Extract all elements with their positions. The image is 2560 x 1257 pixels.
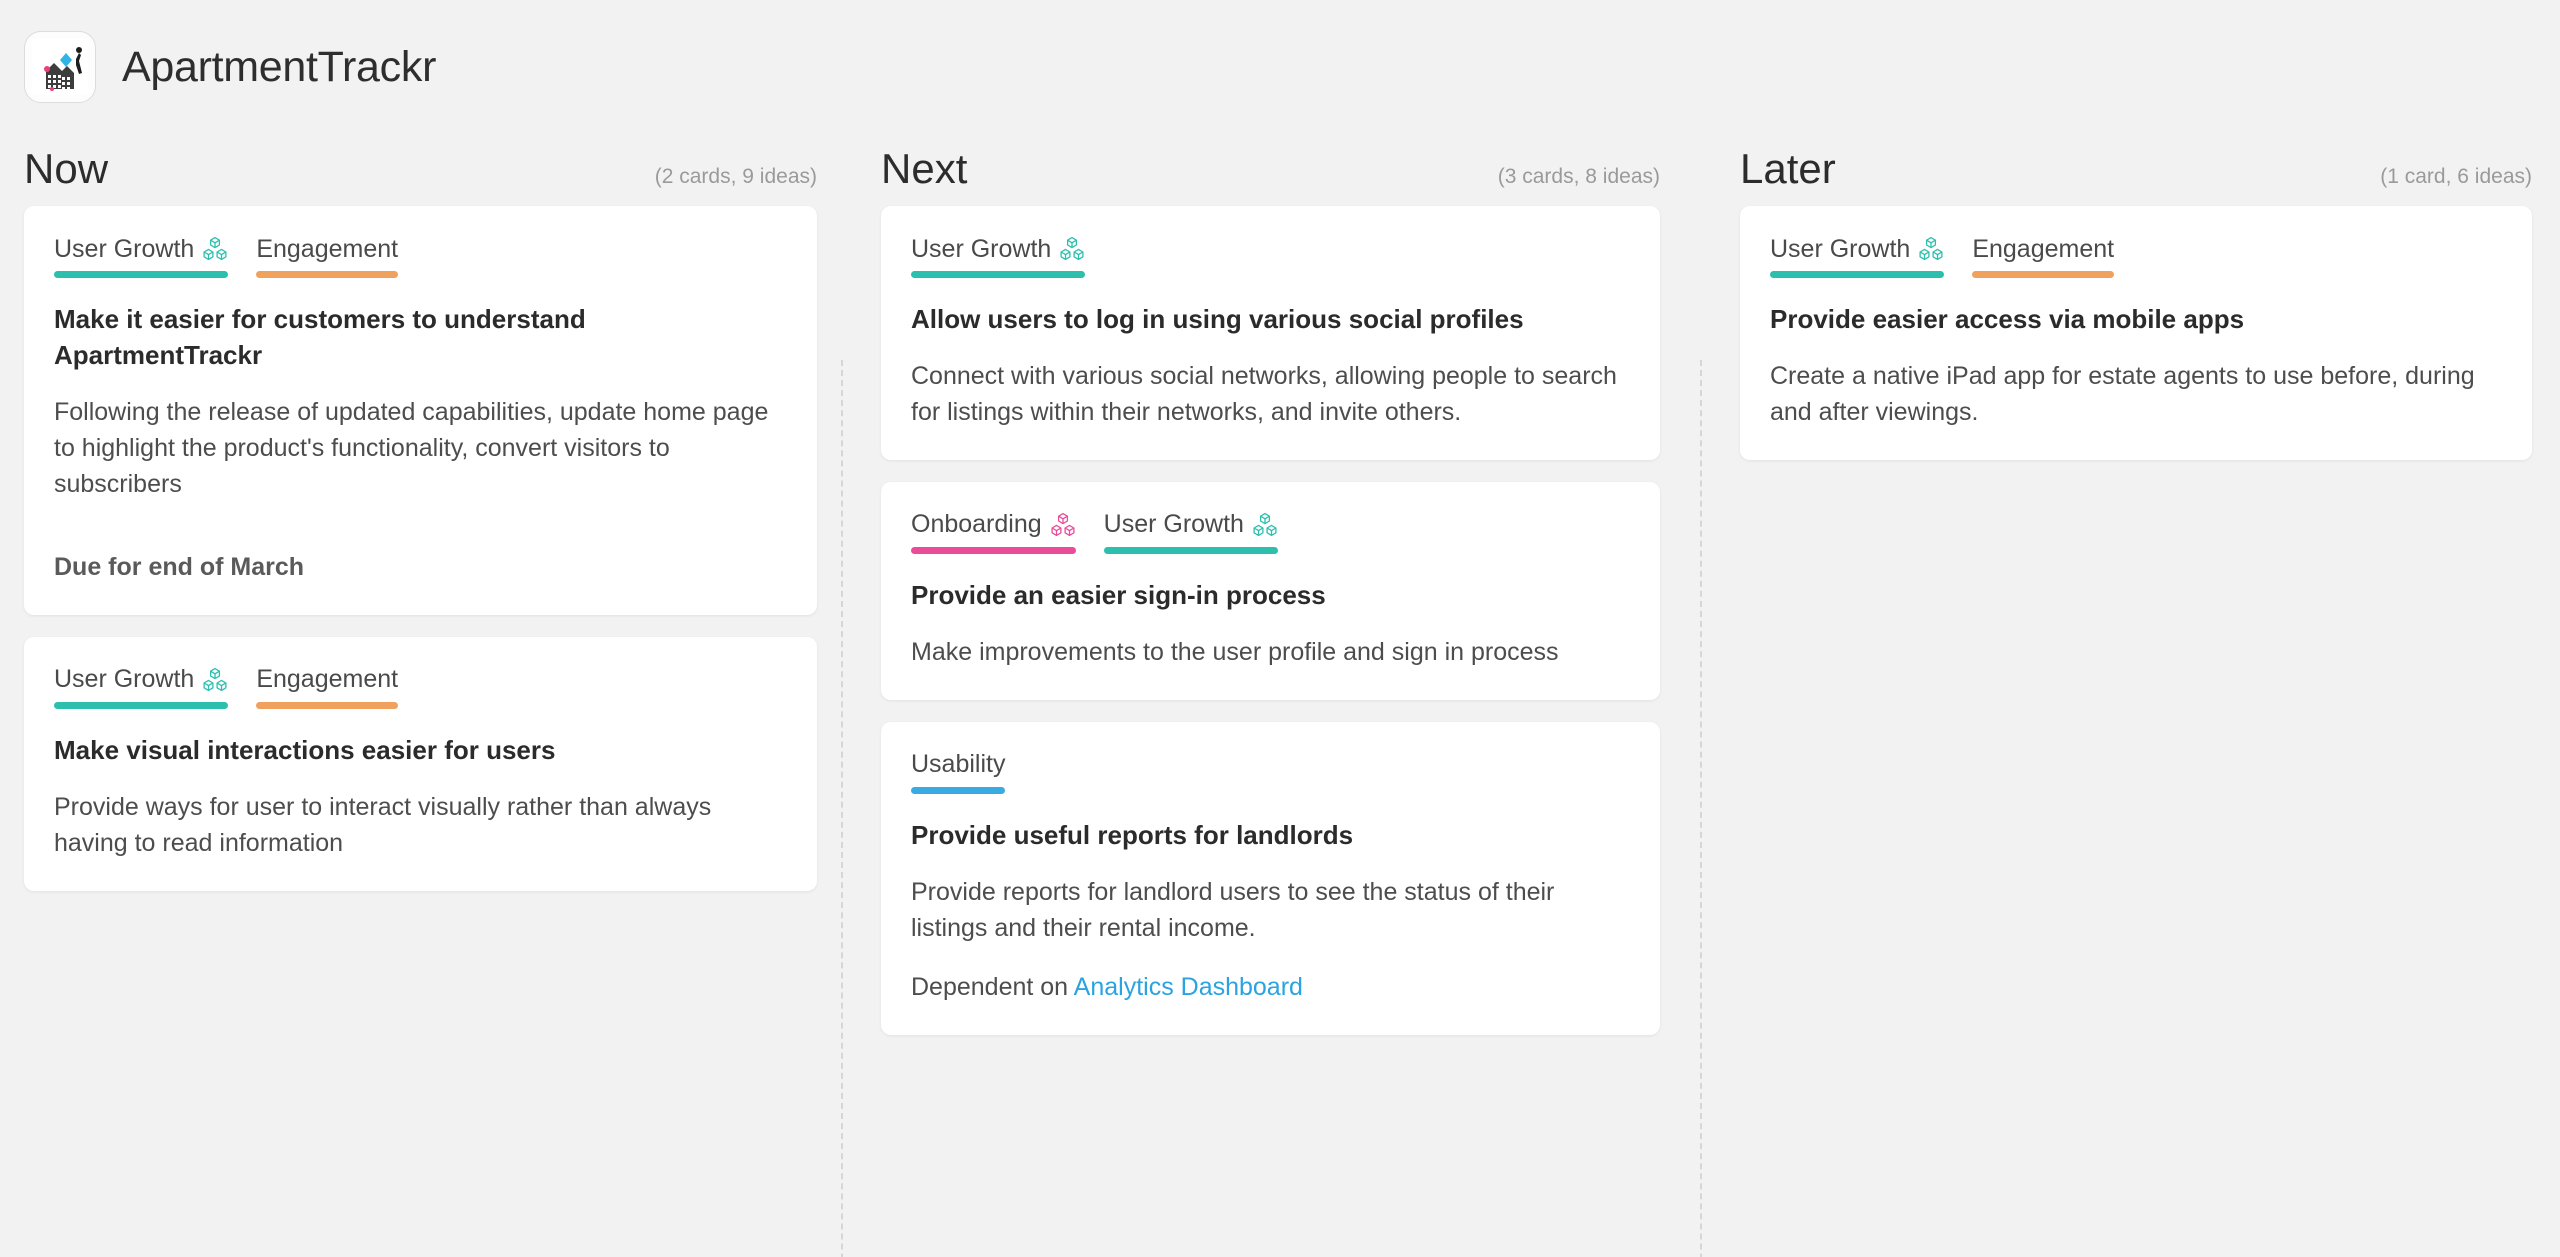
tag-label: User Growth <box>911 234 1052 263</box>
card-title: Make it easier for customers to understa… <box>54 304 586 370</box>
tag-row: User Growth Engagement <box>54 665 787 709</box>
tag-label: User Growth <box>1770 234 1911 263</box>
roadmap-card[interactable]: User Growth Engagement Make visual interac… <box>24 636 817 891</box>
tag-engagement[interactable]: Engagement <box>256 665 399 709</box>
card-list: User Growth Engagement Provide easier acce… <box>1740 206 2532 460</box>
card-description: Following the release of updated capabil… <box>54 397 769 498</box>
tag-label: User Growth <box>54 234 195 263</box>
card-description: Make improvements to the user profile an… <box>911 637 1559 666</box>
card-note: Due for end of March <box>54 552 305 581</box>
card-description: Connect with various social networks, al… <box>911 361 1617 426</box>
tag-underline <box>1972 271 2115 278</box>
card-title: Make visual interactions easier for user… <box>54 734 556 765</box>
tag-label: User Growth <box>1103 510 1244 539</box>
tag-row: Usability <box>911 750 1630 794</box>
tag-underline <box>54 701 229 709</box>
card-title: Allow users to log in using various soci… <box>911 304 1524 334</box>
tag-label: Engagement <box>1972 234 2115 263</box>
tag-label: Usability <box>911 750 1006 779</box>
roadmap-card[interactable]: User Growth Engagement Make it easier for … <box>24 206 817 615</box>
cubes-icon <box>1050 512 1076 538</box>
cubes-icon <box>1252 512 1278 538</box>
card-description: Create a native iPad app for estate agen… <box>1770 361 2475 426</box>
cubes-icon <box>202 236 228 262</box>
tag-row: User Growth Engagement <box>54 234 787 278</box>
column-later: Later (1 card, 6 ideas) User Growth Engagem… <box>1700 110 2560 1257</box>
column-count: (3 cards, 8 ideas) <box>1497 165 1660 188</box>
dependency-prefix: Dependent on <box>911 972 1074 1001</box>
card-description: Provide ways for user to interact visual… <box>54 792 712 857</box>
tag-underline <box>256 271 399 278</box>
roadmap-card[interactable]: Onboarding User Growth Provide an easier s… <box>881 481 1660 700</box>
column-title: Later <box>1740 145 1836 192</box>
tag-user-growth[interactable]: User Growth <box>54 665 229 709</box>
tag-user-growth[interactable]: User Growth <box>911 234 1086 278</box>
column-title: Now <box>24 145 109 192</box>
roadmap-card[interactable]: Usability Provide useful reports for land… <box>881 721 1660 1035</box>
column-count: (2 cards, 9 ideas) <box>654 165 817 188</box>
tag-engagement[interactable]: Engagement <box>1972 234 2115 278</box>
tag-underline <box>911 546 1076 554</box>
tag-onboarding[interactable]: Onboarding <box>911 510 1076 554</box>
column-header-next: Next (3 cards, 8 ideas) <box>881 110 1660 206</box>
column-next: Next (3 cards, 8 ideas) User Growth Allow u… <box>841 110 1700 1257</box>
app-header: ApartmentTrackr <box>0 0 2560 110</box>
tag-underline <box>1770 271 1945 278</box>
tag-user-growth[interactable]: User Growth <box>54 234 229 278</box>
cubes-icon <box>1918 236 1944 262</box>
column-now: Now (2 cards, 9 ideas) User Growth Engageme… <box>0 110 841 1257</box>
cubes-icon <box>1059 236 1085 262</box>
tag-label: Engagement <box>256 665 399 694</box>
roadmap-card[interactable]: User Growth Engagement Provide easier acce… <box>1740 206 2532 460</box>
tag-user-growth[interactable]: User Growth <box>1103 510 1278 554</box>
card-list: User Growth Allow users to log in using v… <box>881 206 1660 1035</box>
card-title: Provide an easier sign-in process <box>911 579 1326 610</box>
tag-label: User Growth <box>54 665 195 694</box>
dependency-link[interactable]: Analytics Dashboard <box>1074 973 1303 1001</box>
column-header-now: Now (2 cards, 9 ideas) <box>24 110 817 206</box>
column-title: Next <box>881 145 968 192</box>
column-count: (1 card, 6 ideas) <box>2380 165 2532 188</box>
tag-row: Onboarding User Growth <box>911 510 1630 554</box>
tag-underline <box>1103 546 1278 554</box>
tag-underline <box>54 271 229 278</box>
tag-usability[interactable]: Usability <box>911 750 1006 794</box>
card-title: Provide useful reports for landlords <box>911 819 1354 850</box>
tag-user-growth[interactable]: User Growth <box>1770 234 1945 278</box>
card-list: User Growth Engagement Make it easier for … <box>24 206 817 891</box>
card-title: Provide easier access via mobile apps <box>1770 304 2245 334</box>
tag-engagement[interactable]: Engagement <box>256 234 399 278</box>
card-description: Provide reports for landlord users to se… <box>911 877 1555 942</box>
roadmap-card[interactable]: User Growth Allow users to log in using v… <box>881 206 1660 460</box>
app-title: ApartmentTrackr <box>122 42 437 91</box>
cubes-icon <box>202 667 228 693</box>
tag-underline <box>911 271 1086 278</box>
tag-label: Engagement <box>256 234 399 263</box>
column-header-later: Later (1 card, 6 ideas) <box>1740 110 2532 206</box>
tag-underline <box>256 701 399 709</box>
tag-label: Onboarding <box>911 510 1042 539</box>
tag-row: User Growth <box>911 234 1630 278</box>
tag-underline <box>911 786 1006 794</box>
tag-row: User Growth Engagement <box>1770 234 2502 278</box>
app-logo <box>24 31 96 103</box>
card-dependency: Dependent on Analytics Dashboard <box>911 970 1630 1005</box>
roadmap-board: Now (2 cards, 9 ideas) User Growth Engageme… <box>0 110 2560 1257</box>
